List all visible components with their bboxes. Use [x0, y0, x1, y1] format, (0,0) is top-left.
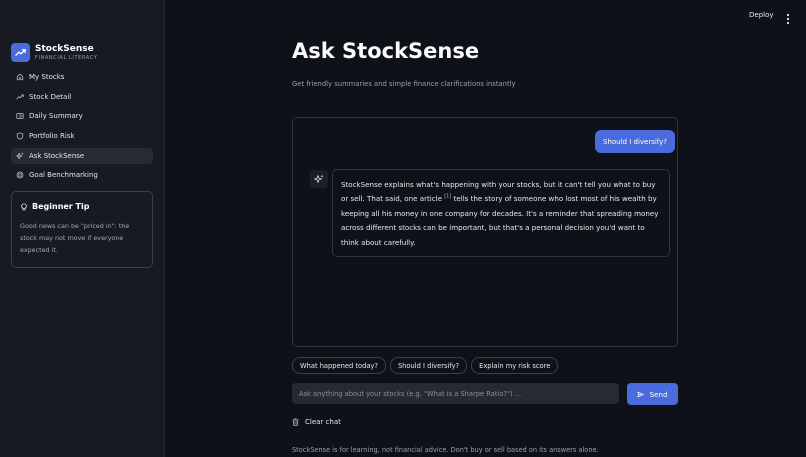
lightbulb-icon — [21, 202, 27, 210]
send-button[interactable]: Send — [627, 383, 678, 405]
send-label: Send — [649, 389, 668, 399]
sparkles-icon — [314, 174, 324, 183]
trash-icon — [292, 418, 299, 426]
trend-line-icon — [16, 93, 24, 101]
sidebar-item-label: Daily Summary — [29, 112, 83, 121]
beginner-tip-card: Beginner Tip Good news can be "priced in… — [11, 191, 153, 268]
shield-icon — [16, 132, 24, 140]
target-icon — [16, 171, 24, 179]
newspaper-icon — [16, 112, 24, 120]
sidebar-item-my-stocks[interactable]: My Stocks — [11, 69, 153, 85]
sidebar-item-ask-stocksense[interactable]: Ask StockSense — [11, 147, 153, 164]
suggestion-chips: What happened today? Should I diversify?… — [292, 357, 562, 374]
suggestion-chip[interactable]: What happened today? — [292, 357, 386, 374]
sidebar-item-label: Goal Benchmarking — [29, 171, 98, 180]
chat-input[interactable] — [292, 383, 619, 404]
brand-tagline: FINANCIAL LITERACY — [35, 54, 98, 61]
assistant-avatar — [310, 170, 328, 188]
sidebar-item-label: Ask StockSense — [29, 151, 85, 160]
tip-body: Good news can be "priced in": the stock … — [20, 222, 130, 254]
sidebar-nav: My Stocks Stock Detail Daily Summary Por… — [11, 69, 153, 187]
chat-panel: Should I diversify? StockSense explains … — [292, 117, 678, 347]
brand[interactable]: StockSense FINANCIAL LITERACY — [11, 43, 97, 62]
sidebar-item-label: My Stocks — [29, 73, 65, 81]
suggestion-chip[interactable]: Should I diversify? — [389, 357, 468, 374]
assistant-message-bubble: StockSense explains what's happening wit… — [332, 169, 670, 257]
deploy-button[interactable]: Deploy — [745, 9, 778, 21]
sidebar-item-daily-summary[interactable]: Daily Summary — [11, 108, 153, 124]
clear-chat-label: Clear chat — [305, 418, 341, 426]
disclaimer: StockSense is for learning, not financia… — [292, 446, 599, 454]
sidebar-item-goal-benchmarking[interactable]: Goal Benchmarking — [11, 167, 153, 183]
tip-header: Beginner Tip — [20, 202, 144, 211]
brand-name: StockSense — [35, 43, 94, 54]
tip-title: Beginner Tip — [32, 202, 90, 211]
sidebar-item-label: Portfolio Risk — [29, 132, 75, 141]
home-icon — [16, 73, 24, 81]
sidebar-item-label: Stock Detail — [29, 92, 72, 101]
sidebar-item-portfolio-risk[interactable]: Portfolio Risk — [11, 128, 153, 144]
sidebar-item-stock-detail[interactable]: Stock Detail — [11, 89, 153, 105]
trend-up-logo-icon — [11, 43, 30, 62]
page-subtitle: Get friendly summaries and simple financ… — [292, 80, 516, 88]
sidebar: StockSense FINANCIAL LITERACY My Stocks … — [0, 0, 165, 457]
user-message-bubble: Should I diversify? — [595, 130, 676, 153]
sparkles-icon — [16, 152, 24, 160]
send-icon — [637, 391, 645, 397]
page-title: Ask StockSense — [292, 39, 480, 63]
more-options-icon[interactable] — [785, 10, 791, 25]
clear-chat-button[interactable]: Clear chat — [292, 418, 341, 426]
suggestion-chip[interactable]: Explain my risk score — [471, 357, 559, 374]
